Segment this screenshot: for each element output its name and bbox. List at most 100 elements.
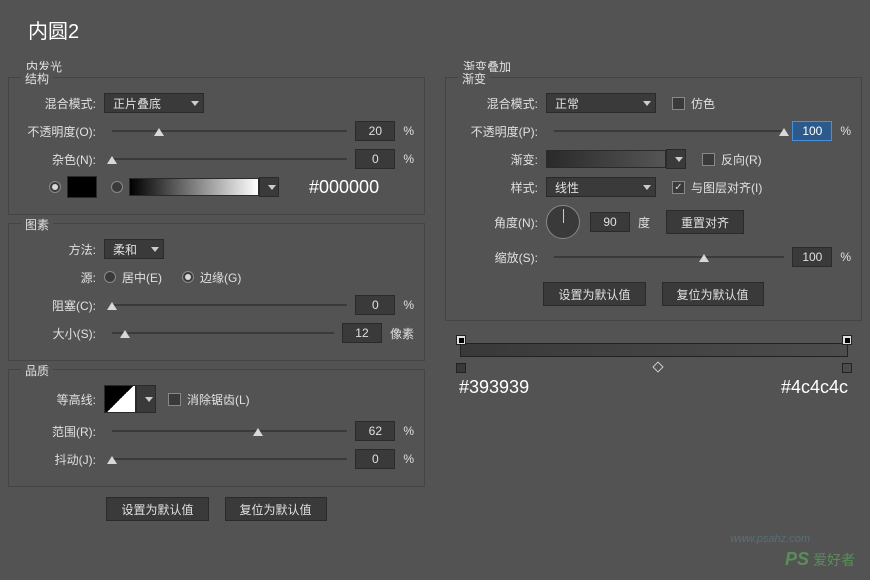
reset-align-button[interactable]: 重置对齐 (666, 210, 744, 234)
reverse-checkbox[interactable] (702, 153, 715, 166)
go-opacity-unit: % (840, 124, 851, 138)
scale-slider[interactable] (554, 247, 784, 267)
gradient-editor[interactable] (454, 337, 854, 367)
gradient-group: 渐变 混合模式: 正常 仿色 不透明度(P): 100 % (445, 77, 862, 321)
go-gradient-picker[interactable] (546, 150, 666, 168)
go-opacity-label: 不透明度(P): (456, 123, 546, 140)
choke-label: 阻塞(C): (19, 297, 104, 314)
jitter-slider[interactable] (112, 449, 347, 469)
contour-picker[interactable] (104, 385, 136, 413)
color-stop-right[interactable] (842, 363, 852, 373)
midpoint-marker[interactable] (652, 361, 663, 372)
quality-group: 品质 等高线: 消除锯齿(L) 范围(R): 62 % 抖动(J): (8, 369, 425, 487)
page-title: 内圆2 (0, 0, 870, 54)
choke-slider[interactable] (112, 295, 347, 315)
size-input[interactable]: 12 (342, 323, 382, 343)
chevron-down-icon (145, 397, 153, 402)
blend-mode-dropdown[interactable]: 正片叠底 (104, 93, 204, 113)
go-gradient-dropdown-arrow[interactable] (666, 149, 686, 169)
go-opacity-input[interactable]: 100 (792, 121, 832, 141)
size-slider[interactable] (112, 323, 334, 343)
color-radio[interactable] (49, 181, 61, 193)
source-center-radio[interactable] (104, 271, 116, 283)
range-label: 范围(R): (19, 423, 104, 440)
range-input[interactable]: 62 (355, 421, 395, 441)
size-label: 大小(S): (19, 325, 104, 342)
go-reset-default-button[interactable]: 复位为默认值 (662, 282, 764, 306)
align-label: 与图层对齐(I) (691, 179, 762, 196)
reverse-label: 反向(R) (721, 151, 762, 168)
technique-label: 方法: (19, 241, 104, 258)
noise-slider[interactable] (112, 149, 347, 169)
range-unit: % (403, 424, 414, 438)
gradient-group-label: 渐变 (458, 70, 490, 87)
blend-mode-value: 正片叠底 (113, 95, 161, 112)
chevron-down-icon (268, 185, 276, 190)
gradient-overlay-header: 渐变叠加 (463, 58, 862, 75)
chevron-down-icon (151, 247, 159, 252)
contour-dropdown-arrow[interactable] (136, 385, 156, 413)
go-make-default-button[interactable]: 设置为默认值 (543, 282, 645, 306)
stop-right-hex: #4c4c4c (781, 377, 848, 398)
color-stop-left[interactable] (456, 363, 466, 373)
noise-label: 杂色(N): (19, 151, 104, 168)
opacity-stop-right[interactable] (842, 335, 852, 345)
chevron-down-icon (643, 185, 651, 190)
source-edge-label: 边缘(G) (200, 269, 241, 286)
go-style-dropdown[interactable]: 线性 (546, 177, 656, 197)
opacity-input[interactable]: 20 (355, 121, 395, 141)
choke-unit: % (403, 298, 414, 312)
go-gradient-label: 渐变: (456, 151, 546, 168)
structure-group: 结构 混合模式: 正片叠底 不透明度(O): 20 % 杂色(N): (8, 77, 425, 215)
opacity-slider[interactable] (112, 121, 347, 141)
jitter-unit: % (403, 452, 414, 466)
color-swatch[interactable] (67, 176, 97, 198)
blend-mode-label: 混合模式: (19, 95, 104, 112)
color-hex-label: #000000 (309, 177, 379, 198)
source-center-label: 居中(E) (122, 269, 162, 286)
watermark-site: www.psahz.com (731, 533, 810, 545)
source-edge-radio[interactable] (182, 271, 194, 283)
align-checkbox[interactable] (672, 181, 685, 194)
dither-checkbox[interactable] (672, 97, 685, 110)
opacity-label: 不透明度(O): (19, 123, 104, 140)
chevron-down-icon (191, 101, 199, 106)
opacity-unit: % (403, 124, 414, 138)
reset-default-button[interactable]: 复位为默认值 (225, 497, 327, 521)
go-style-value: 线性 (555, 179, 579, 196)
stop-left-hex: #393939 (459, 377, 529, 398)
go-blend-mode-value: 正常 (555, 95, 579, 112)
elements-label: 图素 (21, 216, 53, 233)
choke-input[interactable]: 0 (355, 295, 395, 315)
scale-input[interactable]: 100 (792, 247, 832, 267)
gradient-swatch[interactable] (129, 178, 259, 196)
elements-group: 图素 方法: 柔和 源: 居中(E) 边缘(G) 阻塞(C): (8, 223, 425, 361)
jitter-input[interactable]: 0 (355, 449, 395, 469)
go-style-label: 样式: (456, 179, 546, 196)
gradient-radio[interactable] (111, 181, 123, 193)
chevron-down-icon (643, 101, 651, 106)
angle-dial[interactable] (546, 205, 580, 239)
size-unit: 像素 (390, 325, 414, 342)
go-opacity-slider[interactable] (554, 121, 784, 141)
go-blend-mode-label: 混合模式: (456, 95, 546, 112)
make-default-button[interactable]: 设置为默认值 (106, 497, 208, 521)
antialias-label: 消除锯齿(L) (187, 391, 250, 408)
inner-glow-header: 内发光 (26, 58, 425, 75)
range-slider[interactable] (112, 421, 347, 441)
opacity-stop-left[interactable] (456, 335, 466, 345)
go-blend-mode-dropdown[interactable]: 正常 (546, 93, 656, 113)
angle-input[interactable]: 90 (590, 212, 630, 232)
technique-dropdown[interactable]: 柔和 (104, 239, 164, 259)
gradient-bar[interactable] (460, 343, 848, 357)
gradient-dropdown-arrow[interactable] (259, 177, 279, 197)
angle-label: 角度(N): (456, 214, 546, 231)
quality-label: 品质 (21, 362, 53, 379)
noise-input[interactable]: 0 (355, 149, 395, 169)
chevron-down-icon (675, 157, 683, 162)
noise-unit: % (403, 152, 414, 166)
contour-label: 等高线: (19, 391, 104, 408)
jitter-label: 抖动(J): (19, 451, 104, 468)
angle-unit: 度 (638, 214, 650, 231)
antialias-checkbox[interactable] (168, 393, 181, 406)
